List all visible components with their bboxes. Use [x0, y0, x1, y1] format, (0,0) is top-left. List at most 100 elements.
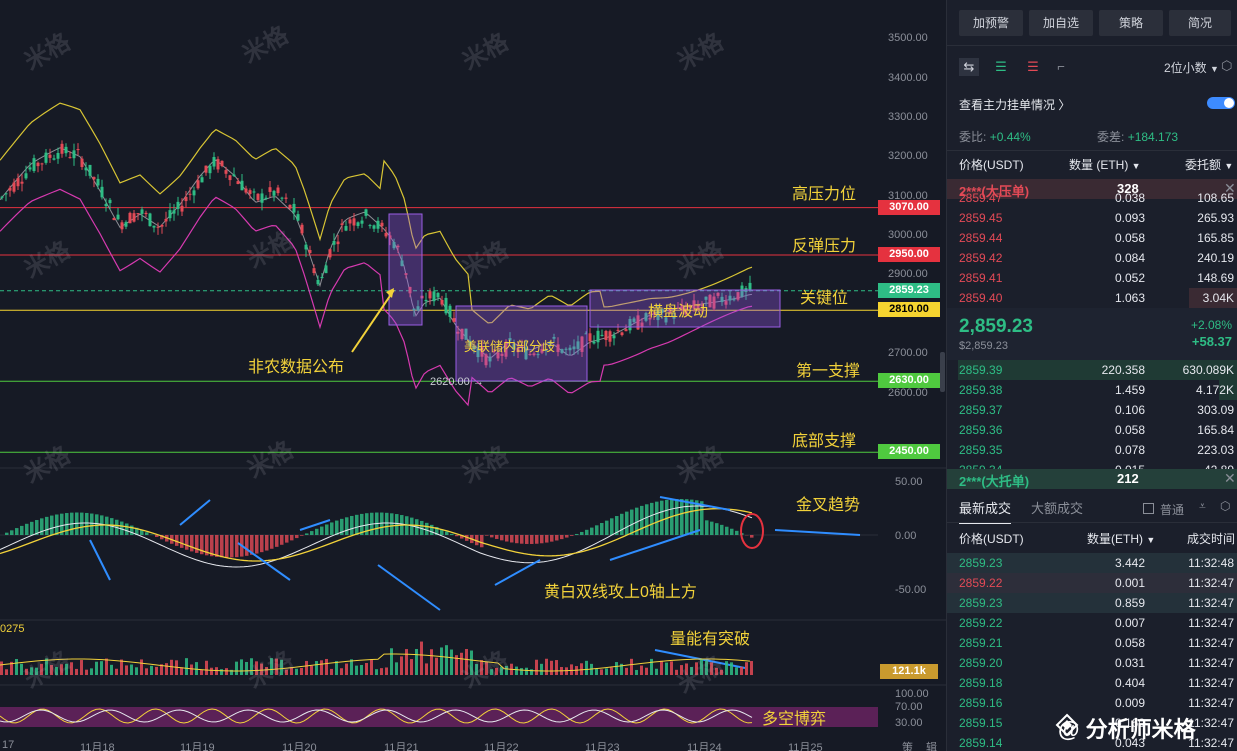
main-orders-label: 查看主力挂单情况	[959, 98, 1056, 112]
overview-button[interactable]: 简况	[1169, 10, 1231, 36]
bid-row[interactable]: 2859.37 0.106 303.09	[959, 400, 1237, 420]
trade-qty-cell: 0.009	[1114, 696, 1145, 710]
main-orders-link[interactable]: 查看主力挂单情况 〉	[959, 96, 1070, 113]
bid-row[interactable]: 2859.39 220.358 630.089K	[958, 360, 1237, 380]
filter-icon[interactable]: ⩡	[1199, 499, 1206, 514]
ask-row[interactable]: 2859.45 0.093 265.93	[959, 208, 1237, 228]
x-tick-label: 11月19	[180, 742, 215, 751]
macd-bar	[345, 517, 349, 535]
trade-row[interactable]: 2859.23 3.442 11:32:48	[947, 553, 1237, 573]
trade-row[interactable]: 2859.22 0.007 11:32:47	[959, 613, 1237, 633]
trade-row[interactable]: 2859.21 0.058 11:32:47	[959, 633, 1237, 653]
trade-row[interactable]: 2859.20 0.031 11:32:47	[959, 653, 1237, 673]
add-watchlist-button[interactable]: 加自选	[1029, 10, 1093, 36]
bid-row[interactable]: 2859.36 0.058 165.84	[959, 420, 1237, 440]
macd-bar	[20, 525, 24, 535]
label-sideways: 横盘波动	[648, 303, 709, 320]
price-cell: 2859.45	[959, 211, 1003, 225]
volume-bar	[730, 662, 733, 675]
settings-icon[interactable]: ⬡	[1220, 499, 1230, 513]
volume-bar	[155, 666, 158, 675]
osc-band	[0, 707, 878, 727]
volume-bar	[385, 667, 388, 675]
macd-bar	[355, 514, 359, 535]
chart-scroll-handle[interactable]	[940, 352, 945, 392]
ask-row[interactable]: 2859.40 1.063 3.04K	[959, 288, 1237, 308]
price-cell: 2859.37	[959, 403, 1003, 417]
volume-bar	[450, 649, 453, 675]
tab-large-trades[interactable]: 大额成交	[1031, 498, 1083, 517]
candle-body	[72, 150, 76, 159]
close-icon[interactable]: ✕	[1224, 470, 1236, 487]
macd-bar	[15, 528, 19, 535]
candle-body	[24, 173, 28, 179]
bid-row[interactable]: 2859.35 0.078 223.03	[959, 440, 1237, 460]
trade-time-cell: 11:32:47	[1188, 596, 1234, 610]
ask-row[interactable]: 2859.44 0.058 165.85	[959, 228, 1237, 248]
header-amount[interactable]: 委托额 ▼	[1185, 155, 1233, 176]
ask-row[interactable]: 2859.42 0.084 240.19	[959, 248, 1237, 268]
candle-body	[12, 182, 16, 192]
candle-body	[284, 197, 288, 199]
macd-bar	[725, 526, 729, 535]
ask-row[interactable]: 2859.41 0.052 148.69	[959, 268, 1237, 288]
candle-body	[168, 210, 172, 219]
trade-price-cell: 2859.22	[959, 616, 1003, 630]
trade-row[interactable]: 2859.23 0.859 11:32:47	[947, 593, 1237, 613]
volume-bar	[190, 664, 193, 675]
qty-cell: 0.058	[1114, 423, 1145, 437]
volume-bar	[580, 663, 583, 675]
price-chart[interactable]: 米格 米格 米格 米格 米格 米格 米格 米格 米格 米格 米格 米格 米格 米…	[0, 0, 946, 751]
diff-label: 委差:	[1097, 130, 1125, 144]
macd-bar	[215, 535, 219, 557]
settings-icon[interactable]: ⬡	[1221, 58, 1237, 74]
precision-select[interactable]: 2位小数 ▼	[1164, 59, 1219, 76]
bid-row[interactable]: 2859.38 1.459 4.172K	[959, 380, 1237, 400]
macd-bar	[50, 515, 54, 535]
macd-bar	[310, 531, 314, 535]
header-qty[interactable]: 数量 (ETH) ▼	[1069, 155, 1141, 176]
macd-bar	[350, 515, 354, 535]
y-tick-label: 3300.00	[888, 111, 928, 123]
volume-bar	[430, 649, 433, 675]
trade-time-cell: 11:32:47	[1188, 636, 1234, 650]
candle-body	[292, 203, 296, 213]
candle-body	[312, 268, 316, 274]
candle-body	[356, 222, 360, 226]
macd-bar	[565, 535, 569, 538]
tab-latest-trades[interactable]: 最新成交	[959, 498, 1012, 524]
candle-body	[76, 149, 80, 151]
nfp-arrow	[351, 289, 395, 353]
candle-body	[288, 204, 292, 209]
trade-row[interactable]: 2859.22 0.001 11:32:47	[947, 573, 1237, 593]
chevron-down-icon: ▼	[1146, 535, 1156, 545]
book-bids-icon[interactable]: ☰	[991, 58, 1011, 76]
trade-qty-cell: 3.442	[1114, 556, 1145, 570]
macd-bar	[265, 535, 269, 551]
macd-bar	[220, 535, 224, 558]
book-asks-icon[interactable]: ☰	[1023, 58, 1043, 76]
brand-text: @ 分析师米格	[1058, 717, 1196, 742]
ask-row[interactable]: 2859.47 0.038 108.65	[959, 188, 1237, 208]
big-bid-bar[interactable]: 2***(大托单) 212 ✕	[947, 469, 1237, 489]
add-alert-button[interactable]: 加预警	[959, 10, 1023, 36]
candle-body	[360, 220, 364, 224]
macd-bar	[235, 535, 239, 558]
macd-bar	[735, 530, 739, 535]
normal-checkbox[interactable]	[1143, 503, 1154, 514]
label-fed: 美联储内部分歧	[464, 339, 556, 354]
main-orders-toggle[interactable]	[1207, 97, 1235, 109]
book-both-icon[interactable]: ⇆	[959, 58, 979, 76]
label-volume-break: 量能有突破	[670, 631, 751, 648]
y-tick-label: 2600.00	[888, 387, 928, 399]
trades-header-qty[interactable]: 数量(ETH) ▼	[1087, 529, 1155, 550]
volume-bar	[205, 660, 208, 675]
volume-bar	[515, 666, 518, 675]
candle-body	[260, 193, 264, 203]
candle-body	[68, 157, 72, 159]
trade-row[interactable]: 2859.16 0.009 11:32:47	[959, 693, 1237, 713]
volume-bar	[80, 660, 83, 675]
strategy-button[interactable]: 策略	[1099, 10, 1163, 36]
book-depth-icon[interactable]: ⌐	[1051, 58, 1071, 76]
trade-row[interactable]: 2859.18 0.404 11:32:47	[959, 673, 1237, 693]
